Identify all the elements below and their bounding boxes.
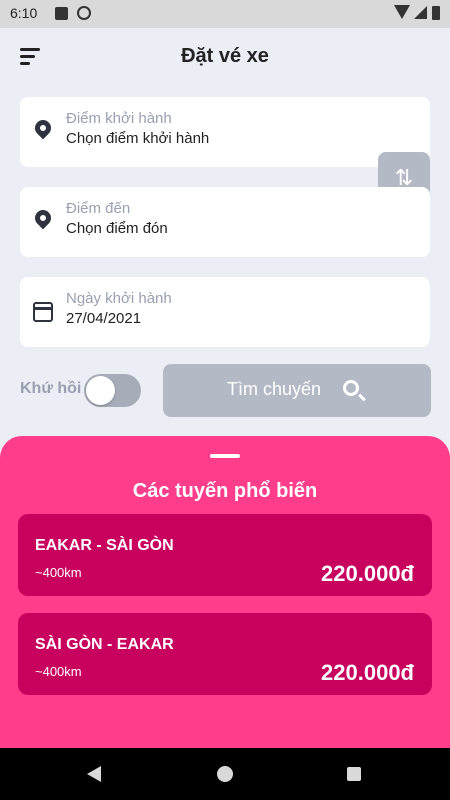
- round-trip-toggle[interactable]: [84, 374, 141, 407]
- status-bar: 6:10: [0, 0, 450, 28]
- destination-label: Điểm đến: [66, 200, 131, 217]
- notification-icon: [55, 7, 68, 20]
- back-icon[interactable]: [87, 766, 101, 782]
- route-price: 220.000đ: [321, 561, 414, 586]
- search-icon: [343, 380, 359, 396]
- route-card[interactable]: SÀI GÒN - EAKAR ~400km 220.000đ: [18, 613, 432, 695]
- popular-routes-sheet: Các tuyến phổ biến EAKAR - SÀI GÒN ~400k…: [0, 436, 450, 748]
- route-name: SÀI GÒN - EAKAR: [35, 636, 174, 653]
- app-bar: Đặt vé xe: [0, 28, 450, 88]
- route-name: EAKAR - SÀI GÒN: [35, 537, 174, 554]
- home-icon[interactable]: [217, 766, 233, 782]
- battery-icon: [432, 6, 440, 20]
- destination-value: Chọn điểm đón: [66, 220, 168, 237]
- calendar-icon: [33, 300, 53, 324]
- popular-routes-title: Các tuyến phổ biến: [132, 480, 318, 502]
- destination-field[interactable]: Điểm đến Chọn điểm đón: [20, 187, 430, 257]
- location-pin-icon: [31, 116, 55, 144]
- search-button-label: Tìm chuyến: [227, 379, 322, 399]
- round-trip-label: Khứ hồi: [20, 380, 82, 397]
- sync-icon: [77, 6, 91, 20]
- system-nav-bar: [0, 748, 450, 800]
- signal-icon: [414, 6, 427, 19]
- location-pin-icon: [31, 206, 55, 234]
- departure-field[interactable]: Điểm khởi hành Chọn điểm khởi hành: [20, 97, 430, 167]
- date-value: 27/04/2021: [66, 310, 142, 327]
- route-distance: ~400km: [35, 664, 82, 679]
- drag-handle[interactable]: [210, 454, 240, 458]
- status-time: 6:10: [10, 5, 38, 21]
- date-field[interactable]: Ngày khởi hành 27/04/2021: [20, 277, 430, 347]
- date-label: Ngày khởi hành: [66, 290, 172, 307]
- route-price: 220.000đ: [321, 660, 414, 685]
- toggle-knob: [86, 376, 115, 405]
- route-distance: ~400km: [35, 565, 82, 580]
- page-title: Đặt vé xe: [181, 45, 269, 67]
- wifi-icon: [394, 5, 410, 19]
- departure-value: Chọn điểm khởi hành: [66, 130, 210, 147]
- departure-label: Điểm khởi hành: [66, 110, 172, 127]
- recent-apps-icon[interactable]: [347, 767, 361, 781]
- route-card[interactable]: EAKAR - SÀI GÒN ~400km 220.000đ: [18, 514, 432, 596]
- search-trips-button[interactable]: Tìm chuyến: [163, 364, 431, 417]
